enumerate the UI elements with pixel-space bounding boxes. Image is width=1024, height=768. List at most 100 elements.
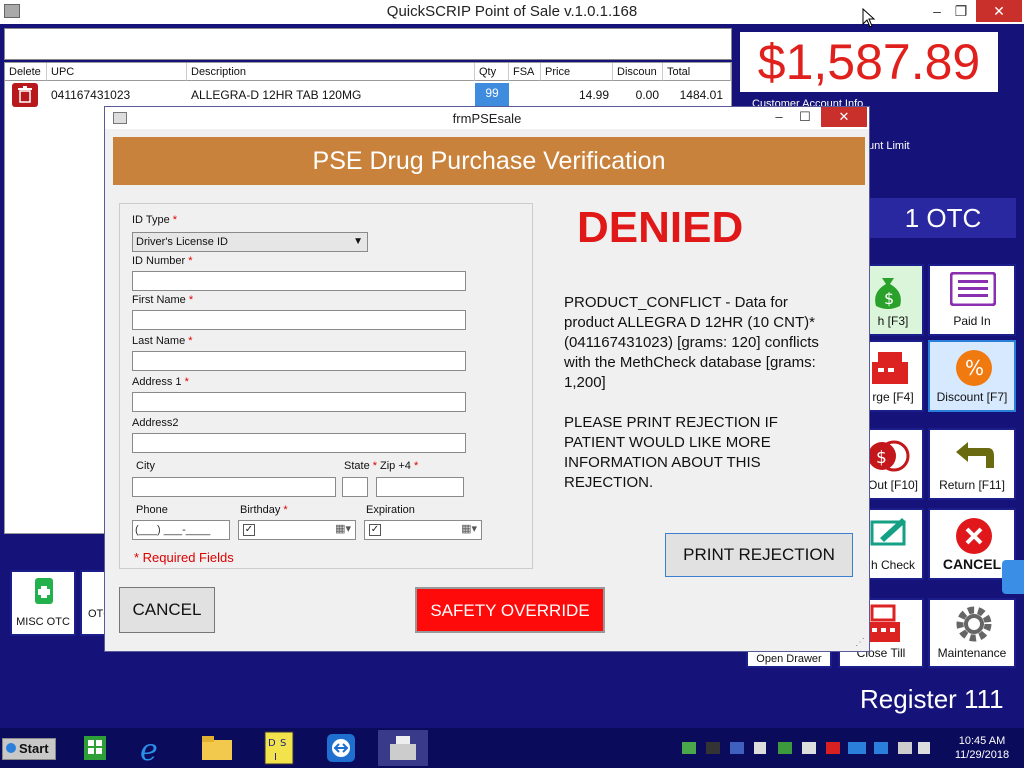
address1-input[interactable] xyxy=(132,392,466,412)
cash-button[interactable]: $ h [F3] xyxy=(862,264,924,336)
expiration-checkbox[interactable]: ✓ xyxy=(369,524,381,536)
file-explorer-taskbar-icon[interactable] xyxy=(192,730,242,766)
patient-id-form: ID Type * Driver's License ID ▼ ID Numbe… xyxy=(119,203,533,569)
svg-text:I: I xyxy=(274,752,277,763)
address2-label: Address2 xyxy=(132,417,179,429)
verification-status: DENIED xyxy=(577,203,744,252)
pse-verification-dialog: frmPSEsale – ☐ ✕ PSE Drug Purchase Verif… xyxy=(104,106,870,652)
row-description: ALLEGRA-D 12HR TAB 120MG xyxy=(191,88,362,102)
svg-text:D: D xyxy=(268,738,276,749)
first-name-input[interactable] xyxy=(132,310,466,330)
teamviewer-side-icon[interactable] xyxy=(1002,560,1024,594)
expiration-date-picker[interactable]: ✓ ▦▾ xyxy=(364,520,482,540)
check-button[interactable]: h Check xyxy=(862,508,924,580)
col-header-qty: Qty xyxy=(475,63,509,81)
last-name-label: Last Name * xyxy=(132,335,193,347)
col-header-price: Price xyxy=(541,63,613,81)
address2-input[interactable] xyxy=(132,433,466,453)
birthday-checkbox[interactable]: ✓ xyxy=(243,524,255,536)
discount-label: Discount [F7] xyxy=(936,390,1008,404)
charge-label: rge [F4] xyxy=(872,390,914,404)
return-label: Return [F11] xyxy=(939,478,1005,492)
row-upc: 041167431023 xyxy=(51,88,131,102)
dialog-minimize-button[interactable]: – xyxy=(769,109,789,124)
taskbar: Start e DSI 10:45 AM 11/29/2018 xyxy=(0,728,1024,768)
start-logo-icon xyxy=(6,743,16,753)
return-arrow-icon xyxy=(956,442,994,468)
dialog-close-button[interactable]: ✕ xyxy=(821,107,867,127)
return-button[interactable]: Return [F11] xyxy=(928,428,1016,500)
discount-button[interactable]: % Discount [F7] xyxy=(928,340,1016,412)
scan-input[interactable] xyxy=(4,28,732,60)
city-input[interactable] xyxy=(132,477,336,497)
start-button[interactable]: Start xyxy=(2,738,56,760)
zip-input[interactable] xyxy=(376,477,464,497)
medicine-bottle-icon xyxy=(35,578,53,604)
dialog-cancel-button[interactable]: CANCEL xyxy=(119,587,215,633)
phone-input[interactable]: (___) ___-____ xyxy=(132,520,230,540)
teamviewer-taskbar-icon[interactable] xyxy=(316,730,366,766)
window-close-button[interactable]: ✕ xyxy=(976,0,1022,22)
zip-label: Zip +4 * xyxy=(380,460,419,472)
system-tray-icons[interactable] xyxy=(682,740,932,756)
print-rejection-button[interactable]: PRINT REJECTION xyxy=(665,533,853,577)
svg-text:$: $ xyxy=(876,448,887,468)
address1-label: Address 1 * xyxy=(132,376,189,388)
maintenance-button[interactable]: Maintenance xyxy=(928,598,1016,668)
calendar-dropdown-icon[interactable]: ▦▾ xyxy=(461,522,477,535)
id-number-label: ID Number * xyxy=(132,255,193,267)
col-header-delete: Delete xyxy=(5,63,47,81)
col-header-total: Total xyxy=(663,63,731,81)
row-fsa[interactable] xyxy=(509,85,541,105)
safety-override-button[interactable]: SAFETY OVERRIDE xyxy=(415,587,605,633)
misc-otc-button[interactable]: MISC OTC xyxy=(10,570,76,636)
paid-in-button[interactable]: Paid In xyxy=(928,264,1016,336)
svg-text:$: $ xyxy=(884,289,894,308)
sale-total-box: $1,587.89 xyxy=(740,32,998,92)
taskbar-clock[interactable]: 10:45 AM 11/29/2018 xyxy=(944,734,1020,762)
register-label: Register 111 xyxy=(860,684,1004,714)
register-icon xyxy=(872,352,908,384)
pos-app-taskbar-icon[interactable] xyxy=(378,730,428,766)
coins-icon: $ xyxy=(868,440,910,472)
pse-banner-title: PSE Drug Purchase Verification xyxy=(312,147,666,175)
phone-label: Phone xyxy=(136,504,168,516)
expiration-label: Expiration xyxy=(366,504,415,516)
delete-row-trash-icon[interactable] xyxy=(12,83,38,107)
check-label: h Check xyxy=(870,558,916,572)
dialog-titlebar: frmPSEsale – ☐ ✕ xyxy=(105,107,869,129)
svg-text:e: e xyxy=(140,733,158,766)
conflict-message: PRODUCT_CONFLICT - Data for product ALLE… xyxy=(564,294,819,391)
birthday-label: Birthday * xyxy=(240,504,288,516)
col-header-upc: UPC xyxy=(47,63,187,81)
mouse-cursor-icon xyxy=(862,8,876,28)
svg-text:S: S xyxy=(280,738,286,749)
dialog-maximize-button[interactable]: ☐ xyxy=(795,109,815,125)
resize-grip-icon[interactable]: ⋰ xyxy=(855,637,865,648)
state-input[interactable] xyxy=(342,477,368,497)
col-header-fsa: FSA xyxy=(509,63,541,81)
required-fields-note: * Required Fields xyxy=(134,550,234,565)
last-name-input[interactable] xyxy=(132,351,466,371)
store-taskbar-icon[interactable] xyxy=(70,730,120,766)
first-name-label: First Name * xyxy=(132,294,194,306)
gear-icon xyxy=(956,606,992,642)
print-instruction-message: PLEASE PRINT REJECTION IF PATIENT WOULD … xyxy=(564,414,778,491)
cash-out-button[interactable]: $ Out [F10] xyxy=(862,428,924,500)
id-type-label: ID Type * xyxy=(132,214,178,226)
dsi-taskbar-icon[interactable]: DSI xyxy=(254,730,304,766)
charge-button[interactable]: rge [F4] xyxy=(862,340,924,412)
otc-count-display: 1 OTC xyxy=(870,198,1016,238)
row-qty[interactable]: 99 xyxy=(475,83,509,107)
id-type-select[interactable]: Driver's License ID ▼ xyxy=(132,232,368,252)
window-maximize-button[interactable]: ❐ xyxy=(946,0,976,22)
row-total: 1484.01 xyxy=(679,88,723,102)
row-price: 14.99 xyxy=(578,88,609,102)
city-label: City xyxy=(136,460,155,472)
internet-explorer-taskbar-icon[interactable]: e xyxy=(128,730,178,768)
id-number-input[interactable] xyxy=(132,271,466,291)
row-discount: 0.00 xyxy=(635,88,659,102)
birthday-date-picker[interactable]: ✓ ▦▾ xyxy=(238,520,356,540)
svg-text:%: % xyxy=(965,356,984,380)
calendar-dropdown-icon[interactable]: ▦▾ xyxy=(335,522,351,535)
